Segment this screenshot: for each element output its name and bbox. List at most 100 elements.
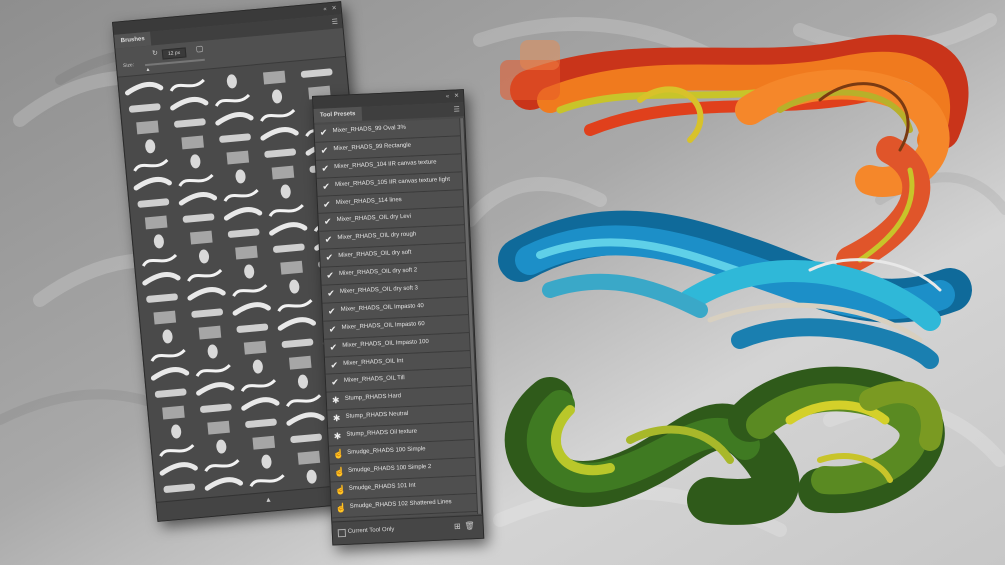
brush-thumbnail[interactable] — [252, 359, 263, 374]
brush-thumbnail[interactable] — [150, 367, 190, 381]
brush-thumbnail[interactable] — [243, 340, 267, 355]
brush-thumbnail[interactable] — [145, 139, 156, 154]
brush-thumbnail[interactable] — [136, 120, 159, 135]
brush-thumbnail[interactable] — [169, 78, 205, 92]
brush-thumbnail[interactable] — [162, 329, 173, 344]
brush-thumbnail[interactable] — [204, 459, 240, 473]
brush-thumbnail[interactable] — [178, 173, 214, 187]
brush-thumbnail[interactable] — [207, 344, 218, 359]
brush-thumbnail[interactable] — [271, 165, 295, 180]
brush-thumbnail[interactable] — [277, 299, 313, 313]
brush-thumbnail[interactable] — [190, 154, 201, 169]
brush-thumbnail[interactable] — [269, 222, 308, 236]
brush-thumbnail[interactable] — [159, 462, 198, 476]
brush-thumbnail[interactable] — [271, 89, 283, 104]
brush-thumbnail[interactable] — [286, 394, 322, 408]
brush-thumbnail[interactable] — [159, 443, 195, 458]
brush-size-slider-knob[interactable]: ▲ — [145, 67, 150, 73]
brush-thumbnail[interactable] — [297, 374, 308, 389]
brush-thumbnail[interactable] — [240, 379, 277, 393]
close-icon[interactable]: ✕ — [331, 5, 337, 13]
brush-thumbnail[interactable] — [204, 477, 244, 491]
brush-thumbnail[interactable] — [133, 176, 172, 191]
new-preset-icon[interactable]: ⊞ — [454, 522, 461, 531]
brush-thumbnail[interactable] — [232, 283, 268, 298]
brush-thumbnail[interactable] — [281, 338, 314, 348]
trash-icon[interactable]: 🗑 — [464, 521, 475, 530]
brush-thumbnail[interactable] — [187, 287, 226, 301]
brush-thumbnail[interactable] — [300, 68, 333, 78]
brush-thumbnail[interactable] — [196, 382, 235, 396]
brush-size-slider[interactable] — [144, 58, 205, 67]
brush-thumbnail[interactable] — [223, 188, 259, 202]
brush-thumbnail[interactable] — [214, 93, 251, 107]
brush-thumbnail[interactable] — [191, 308, 223, 318]
current-tool-only-checkbox[interactable] — [337, 528, 347, 538]
brush-thumbnail[interactable] — [232, 302, 271, 316]
size-slider-triangle-icon[interactable]: ▲ — [265, 496, 273, 504]
brush-thumbnail[interactable] — [150, 348, 186, 362]
brush-thumbnail[interactable] — [241, 397, 280, 411]
brush-thumbnail[interactable] — [306, 469, 317, 484]
reset-angle-icon[interactable]: ↻ — [152, 49, 158, 58]
close-icon[interactable]: ✕ — [454, 92, 459, 100]
brush-thumbnail[interactable] — [226, 150, 250, 165]
brush-thumbnail[interactable] — [219, 133, 251, 143]
brush-thumbnail[interactable] — [235, 169, 246, 184]
brush-thumbnail[interactable] — [128, 103, 161, 113]
brush-thumbnail[interactable] — [190, 230, 213, 245]
brush-thumbnail[interactable] — [187, 268, 223, 282]
tab-tool-presets[interactable]: Tool Presets — [313, 106, 362, 123]
brush-thumbnail[interactable] — [223, 207, 263, 221]
brush-thumbnail[interactable] — [124, 81, 164, 96]
collapse-icon[interactable]: « — [323, 6, 327, 14]
brush-thumbnail[interactable] — [154, 388, 187, 398]
brush-thumbnail[interactable] — [198, 325, 222, 340]
brush-thumbnail[interactable] — [170, 96, 209, 111]
brush-thumbnail[interactable] — [261, 454, 272, 469]
brush-thumbnail[interactable] — [142, 272, 181, 286]
brush-thumbnail[interactable] — [215, 112, 254, 126]
brush-thumbnail[interactable] — [260, 108, 296, 122]
brush-thumbnail[interactable] — [264, 148, 296, 158]
brush-thumbnail[interactable] — [235, 245, 258, 260]
brush-thumbnail[interactable] — [133, 158, 169, 172]
brush-thumbnail[interactable] — [289, 279, 300, 294]
brush-thumbnail[interactable] — [268, 203, 304, 218]
brush-thumbnail[interactable] — [174, 118, 206, 128]
brush-thumbnail[interactable] — [195, 363, 231, 378]
brush-thumbnail[interactable] — [263, 70, 286, 85]
brush-thumbnail[interactable] — [178, 192, 218, 206]
brush-thumbnail[interactable] — [280, 260, 303, 275]
brush-thumbnail[interactable] — [207, 420, 230, 435]
collapse-icon[interactable]: « — [446, 93, 450, 101]
brush-size-value[interactable]: 12 px — [161, 47, 187, 60]
brush-thumbnail[interactable] — [226, 74, 237, 89]
brush-thumbnail[interactable] — [146, 293, 178, 303]
brush-thumbnail[interactable] — [236, 323, 269, 333]
brush-thumbnail[interactable] — [153, 234, 164, 249]
brush-thumbnail[interactable] — [273, 243, 305, 253]
brush-thumbnail[interactable] — [162, 405, 185, 420]
brush-thumbnail[interactable] — [249, 474, 285, 488]
brush-thumbnail[interactable] — [244, 264, 255, 279]
brush-thumbnail[interactable] — [200, 403, 232, 413]
panel-menu-icon[interactable]: ☰ — [453, 105, 460, 113]
brush-thumbnail[interactable] — [288, 355, 312, 370]
brush-thumbnail[interactable] — [171, 424, 182, 439]
brush-thumbnail[interactable] — [181, 135, 204, 150]
brush-thumbnail[interactable] — [245, 418, 277, 428]
brush-thumbnail[interactable] — [277, 317, 317, 331]
brush-thumbnail[interactable] — [163, 483, 196, 493]
brush-thumbnail[interactable] — [297, 450, 321, 465]
brush-settings-icon[interactable]: ▢ — [195, 44, 203, 54]
brush-thumbnail[interactable] — [153, 310, 177, 325]
brush-thumbnail[interactable] — [286, 412, 325, 426]
brush-thumbnail[interactable] — [198, 249, 210, 264]
brush-thumbnail[interactable] — [252, 435, 276, 450]
brush-thumbnail[interactable] — [280, 184, 291, 199]
brush-thumbnail[interactable] — [216, 439, 227, 454]
brush-thumbnail[interactable] — [260, 127, 299, 141]
brush-thumbnail[interactable] — [137, 198, 170, 208]
brush-thumbnail[interactable] — [290, 433, 322, 444]
